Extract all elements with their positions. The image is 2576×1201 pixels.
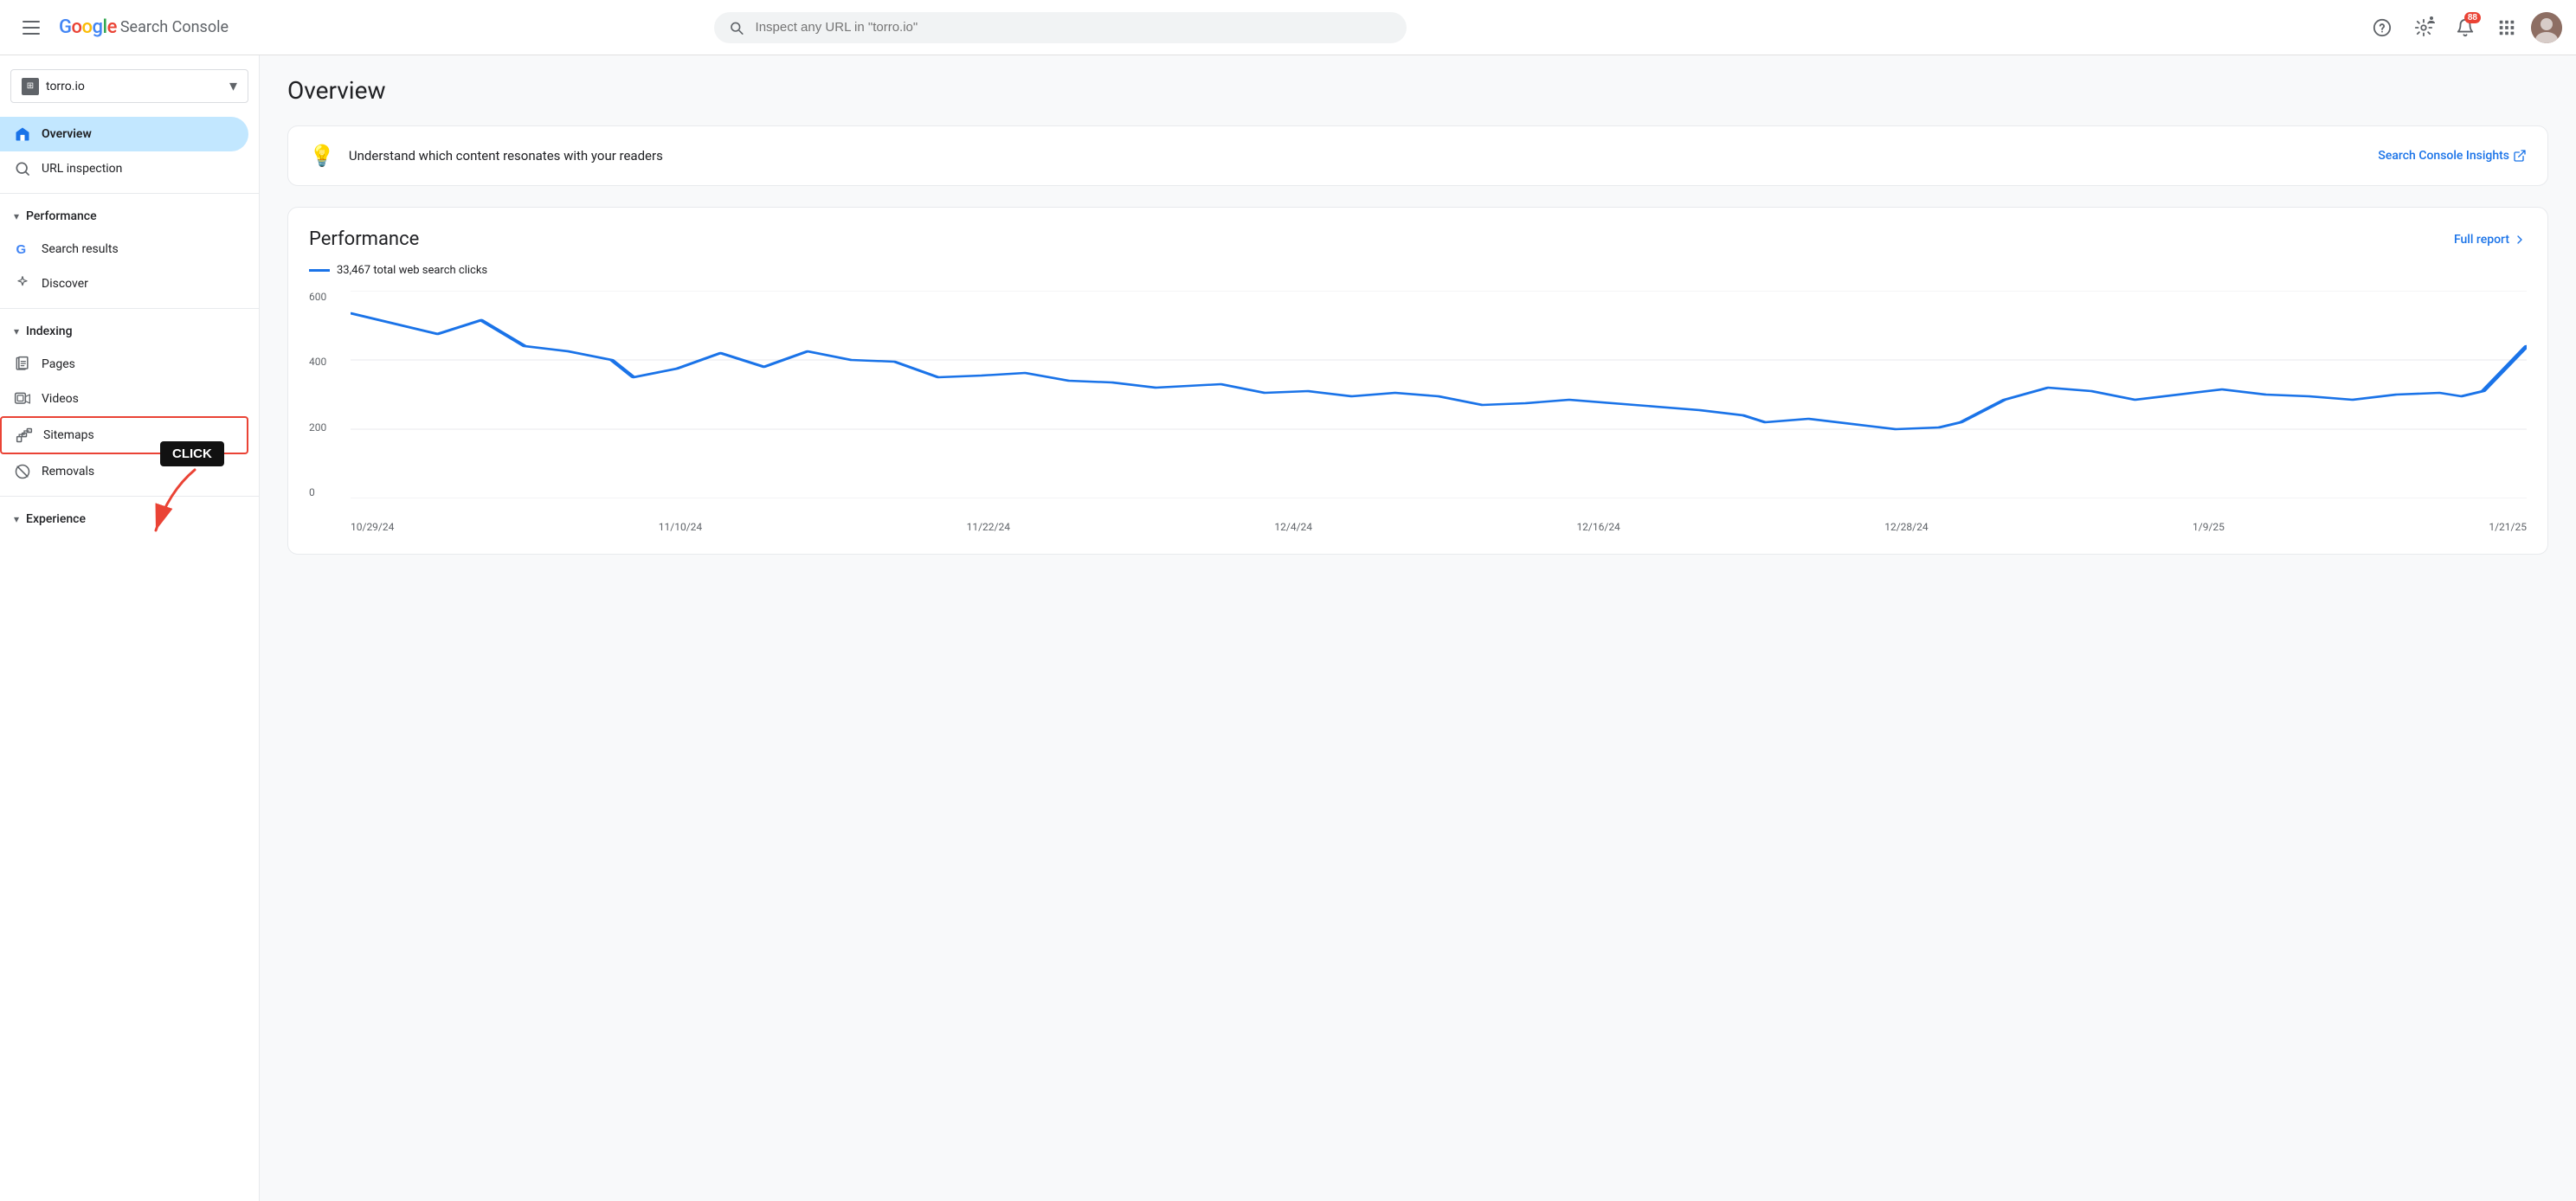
x-label-2: 11/10/24 — [659, 521, 702, 533]
search-icon — [728, 19, 744, 36]
sidebar-item-search-results-label: Search results — [42, 242, 119, 256]
sidebar-item-overview[interactable]: Overview — [0, 117, 248, 151]
chart-legend: 33,467 total web search clicks — [309, 264, 2527, 277]
sidebar-section-indexing[interactable]: ▾ Indexing — [0, 316, 259, 347]
x-label-8: 1/21/25 — [2489, 521, 2527, 533]
google-logo-text: Google — [59, 16, 117, 38]
sidebar-item-removals[interactable]: Removals — [0, 454, 248, 489]
sidebar-item-pages-label: Pages — [42, 357, 75, 371]
settings-person-icon — [2427, 16, 2436, 24]
chart-area — [351, 291, 2527, 498]
sidebar-section-experience[interactable]: ▾ Experience — [0, 504, 259, 535]
hamburger-icon — [16, 14, 47, 42]
chart-container: 600 400 200 0 — [309, 291, 2527, 533]
notification-count: 88 — [2464, 12, 2481, 23]
experience-expand-icon: ▾ — [14, 513, 19, 525]
avatar-image — [2531, 12, 2562, 43]
grid-icon — [2497, 18, 2516, 37]
sidebar-item-url-inspection[interactable]: URL inspection — [0, 151, 248, 186]
url-search-bar[interactable] — [714, 12, 1407, 43]
property-name: torro.io — [46, 80, 222, 93]
header-left: Google Search Console — [14, 10, 229, 45]
insights-banner: 💡 Understand which content resonates wit… — [287, 125, 2548, 186]
chart-x-axis: 10/29/24 11/10/24 11/22/24 12/4/24 12/16… — [351, 514, 2527, 533]
sidebar-item-sitemaps-label: Sitemaps — [43, 428, 94, 442]
divider-2 — [0, 308, 259, 309]
apps-button[interactable] — [2489, 10, 2524, 45]
sidebar-item-videos[interactable]: Videos — [0, 382, 248, 416]
help-icon — [2373, 18, 2392, 37]
header: Google Search Console — [0, 0, 2576, 55]
y-label-400: 400 — [309, 356, 344, 368]
sidebar-section-performance-label: Performance — [26, 209, 97, 223]
settings-button[interactable] — [2406, 10, 2441, 45]
search-input[interactable] — [756, 20, 1394, 35]
divider-3 — [0, 496, 259, 497]
legend-text: 33,467 total web search clicks — [337, 264, 487, 277]
sidebar-item-discover-label: Discover — [42, 277, 88, 291]
full-report-link[interactable]: Full report — [2454, 233, 2527, 247]
discover-icon — [14, 275, 31, 292]
dropdown-arrow-icon: ▾ — [229, 77, 237, 95]
main-layout: ⊞ torro.io ▾ Overview URL inspection — [0, 55, 2576, 1201]
help-button[interactable] — [2365, 10, 2399, 45]
removals-icon — [14, 463, 31, 480]
sidebar: ⊞ torro.io ▾ Overview URL inspection — [0, 55, 260, 1201]
x-label-6: 12/28/24 — [1884, 521, 1928, 533]
x-label-5: 12/16/24 — [1576, 521, 1620, 533]
x-label-1: 10/29/24 — [351, 521, 394, 533]
insights-link[interactable]: Search Console Insights — [2378, 149, 2527, 163]
sidebar-item-removals-label: Removals — [42, 465, 94, 478]
videos-icon — [14, 390, 31, 408]
card-header: Performance Full report — [309, 228, 2527, 250]
page-title: Overview — [287, 76, 2548, 105]
sidebar-section-performance[interactable]: ▾ Performance — [0, 201, 259, 232]
x-label-4: 12/4/24 — [1274, 521, 1312, 533]
property-selector[interactable]: ⊞ torro.io ▾ — [10, 69, 248, 103]
pages-icon — [14, 356, 31, 373]
divider-1 — [0, 193, 259, 194]
y-label-0: 0 — [309, 486, 344, 498]
sidebar-item-overview-label: Overview — [42, 127, 92, 141]
svg-text:G: G — [16, 242, 27, 257]
x-label-3: 11/22/24 — [967, 521, 1010, 533]
main-content: Overview 💡 Understand which content reso… — [260, 55, 2576, 1201]
sidebar-section-experience-label: Experience — [26, 512, 86, 526]
y-label-200: 200 — [309, 421, 344, 434]
hamburger-menu-button[interactable] — [14, 10, 48, 45]
performance-chart — [351, 291, 2527, 498]
google-g-icon: G — [14, 241, 31, 258]
notifications-button[interactable]: 88 — [2448, 10, 2483, 45]
full-report-label: Full report — [2454, 233, 2509, 247]
url-inspection-icon — [14, 160, 31, 177]
home-icon — [14, 125, 31, 143]
product-name: Search Console — [120, 18, 229, 36]
sidebar-item-sitemaps[interactable]: Sitemaps — [0, 416, 248, 454]
y-label-600: 600 — [309, 291, 344, 303]
insights-link-label: Search Console Insights — [2378, 149, 2509, 163]
sidebar-section-indexing-label: Indexing — [26, 324, 72, 338]
performance-expand-icon: ▾ — [14, 210, 19, 222]
sidebar-item-search-results[interactable]: G Search results — [0, 232, 248, 267]
header-right: 88 — [2365, 10, 2562, 45]
legend-line — [309, 269, 330, 272]
insights-banner-text: Understand which content resonates with … — [349, 148, 2365, 164]
property-icon: ⊞ — [22, 78, 39, 95]
chevron-right-icon — [2513, 233, 2527, 247]
performance-card: Performance Full report 33,467 total web… — [287, 207, 2548, 555]
sidebar-item-url-inspection-label: URL inspection — [42, 162, 122, 176]
bulb-icon: 💡 — [309, 144, 335, 168]
external-link-icon — [2513, 149, 2527, 163]
sidebar-item-videos-label: Videos — [42, 392, 79, 406]
logo: Google Search Console — [59, 16, 229, 38]
chart-y-axis: 600 400 200 0 — [309, 291, 344, 498]
sidebar-item-pages[interactable]: Pages — [0, 347, 248, 382]
avatar[interactable] — [2531, 12, 2562, 43]
sidebar-item-discover[interactable]: Discover — [0, 267, 248, 301]
indexing-expand-icon: ▾ — [14, 325, 19, 337]
x-label-7: 1/9/25 — [2193, 521, 2225, 533]
card-title: Performance — [309, 228, 419, 250]
sitemaps-icon — [16, 427, 33, 444]
